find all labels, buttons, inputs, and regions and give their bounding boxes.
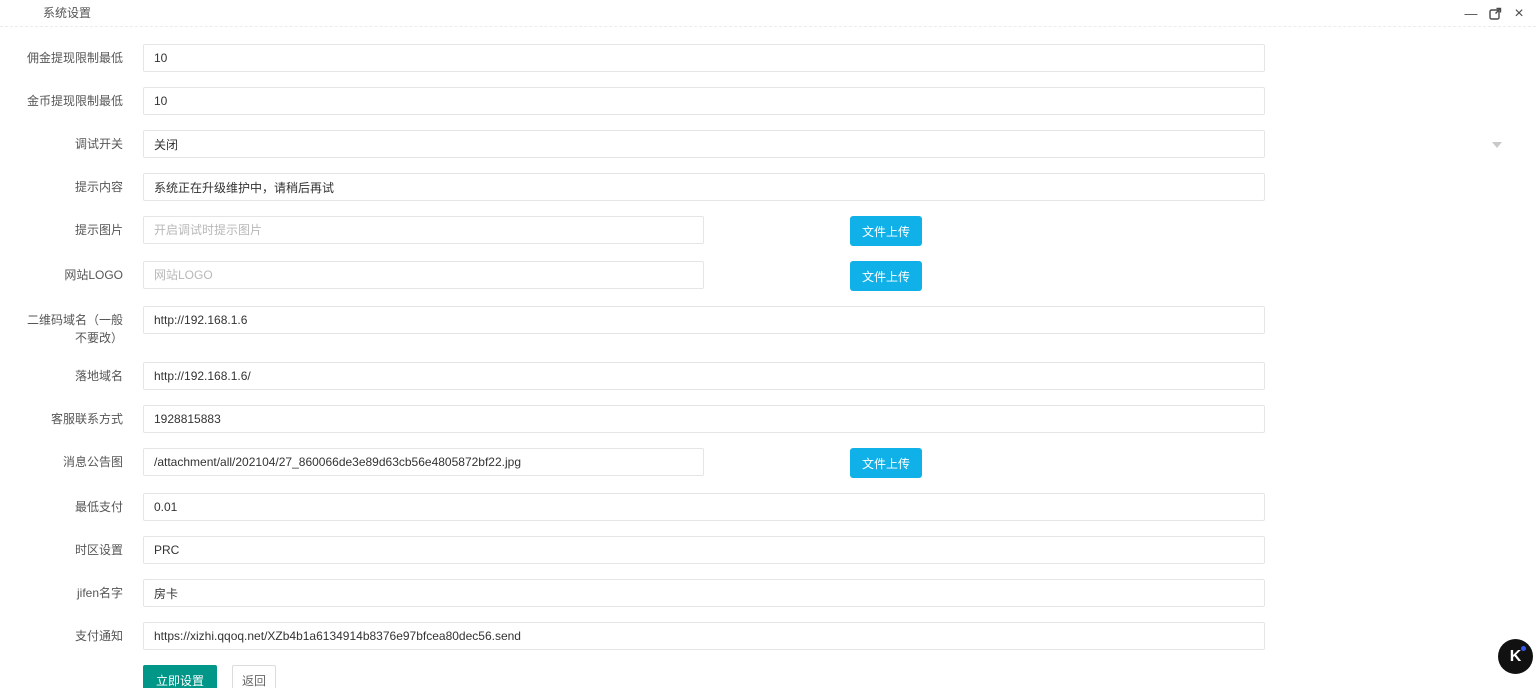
submit-button[interactable]: 立即设置 [143,665,217,688]
commission-withdraw-min-input[interactable] [143,44,1265,72]
form-row-commission-withdraw-min: 佣金提现限制最低 [0,44,1536,72]
form-row-announcement-image: 消息公告图 文件上传 [0,448,1536,478]
service-contact-input[interactable] [143,405,1265,433]
form-row-jifen-name: jifen名字 [0,579,1536,607]
field-label: 落地域名 [0,362,133,385]
form-row-service-contact: 客服联系方式 [0,405,1536,433]
site-logo-input[interactable] [143,261,704,289]
field-label: 网站LOGO [0,261,133,284]
payment-notify-input[interactable] [143,622,1265,650]
field-label: 时区设置 [0,536,133,559]
field-label: jifen名字 [0,579,133,602]
jifen-name-input[interactable] [143,579,1265,607]
timezone-input[interactable] [143,536,1265,564]
form-row-debug-switch: 调试开关 [0,130,1536,158]
form-row-min-payment: 最低支付 [0,493,1536,521]
min-payment-input[interactable] [143,493,1265,521]
chevron-down-icon[interactable] [1492,142,1502,148]
form-row-timezone: 时区设置 [0,536,1536,564]
minimize-icon[interactable]: — [1462,5,1480,23]
page-title: 系统设置 [43,0,91,27]
announcement-image-upload-button[interactable]: 文件上传 [850,448,922,478]
form-row-tip-image: 提示图片 文件上传 [0,216,1536,246]
field-label: 提示图片 [0,216,133,239]
window-controls: — × [1462,0,1528,27]
floating-k-widget[interactable]: K [1498,639,1533,674]
landing-domain-input[interactable] [143,362,1265,390]
form-row-coin-withdraw-min: 金币提现限制最低 [0,87,1536,115]
field-label: 提示内容 [0,173,133,196]
field-label: 最低支付 [0,493,133,516]
form-row-site-logo: 网站LOGO 文件上传 [0,261,1536,291]
field-label: 客服联系方式 [0,405,133,428]
tip-image-upload-button[interactable]: 文件上传 [850,216,922,246]
field-label: 金币提现限制最低 [0,87,133,110]
notification-dot-icon [1521,646,1526,651]
form-row-landing-domain: 落地域名 [0,362,1536,390]
field-label: 佣金提现限制最低 [0,44,133,67]
announcement-image-input[interactable] [143,448,704,476]
qrcode-domain-input[interactable] [143,306,1265,334]
field-label: 消息公告图 [0,448,133,471]
field-label: 支付通知 [0,622,133,645]
form-row-payment-notify: 支付通知 [0,622,1536,650]
k-letter: K [1510,648,1522,666]
settings-form: 佣金提现限制最低 金币提现限制最低 调试开关 提示内容 提示图片 文件上传 网站… [0,27,1536,688]
back-button[interactable]: 返回 [232,665,276,688]
debug-switch-select[interactable] [143,130,1265,158]
form-row-qrcode-domain: 二维码域名（一般不要改） [0,306,1536,347]
form-row-tip-content: 提示内容 [0,173,1536,201]
tip-content-input[interactable] [143,173,1265,201]
tip-image-input[interactable] [143,216,704,244]
field-label: 调试开关 [0,130,133,153]
site-logo-upload-button[interactable]: 文件上传 [850,261,922,291]
form-actions: 立即设置 返回 [143,665,1536,688]
field-label: 二维码域名（一般不要改） [0,306,133,347]
coin-withdraw-min-input[interactable] [143,87,1265,115]
close-icon[interactable]: × [1510,5,1528,23]
maximize-icon[interactable] [1486,5,1504,23]
window-titlebar: 系统设置 — × [0,0,1536,27]
